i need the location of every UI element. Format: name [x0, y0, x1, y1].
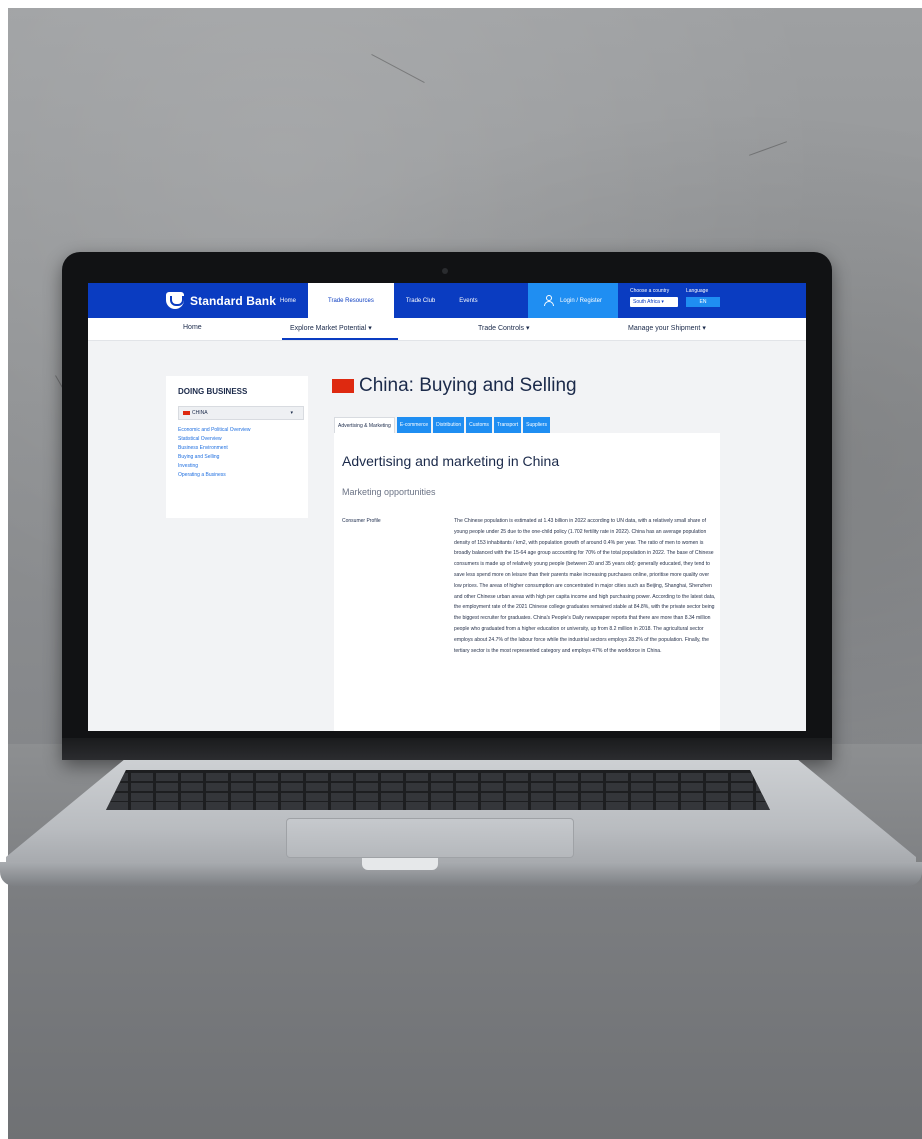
wall-crack: [371, 53, 425, 84]
wall-crack: [749, 141, 787, 156]
consumer-profile-text: The Chinese population is estimated at 1…: [454, 518, 716, 654]
key-row: [106, 802, 770, 810]
sidebar-link-investing[interactable]: Investing: [178, 462, 251, 471]
brand-name: Standard Bank: [190, 293, 276, 308]
sidebar-link-operating-business[interactable]: Operating a Business: [178, 471, 251, 480]
sidebar-title: DOING BUSINESS: [178, 387, 248, 396]
tab-transport[interactable]: Transport: [493, 417, 522, 434]
language-label: Language: [686, 288, 709, 294]
language-chooser: Language EN: [686, 288, 720, 307]
sub-nav-home[interactable]: Home: [183, 324, 202, 331]
section-tabs: Advertising & Marketing E-commerce Distr…: [334, 417, 550, 434]
brand-logo[interactable]: Standard Bank: [166, 292, 276, 309]
shield-logo-icon: [166, 292, 184, 309]
tab-advertising-marketing[interactable]: Advertising & Marketing: [334, 417, 395, 434]
content-card: Advertising and marketing in China Marke…: [334, 433, 720, 731]
country-chooser: Choose a country South Africa ▾: [630, 288, 678, 307]
top-nav-trade-resources[interactable]: Trade Resources: [308, 283, 394, 318]
country-label: Choose a country: [630, 288, 670, 294]
lid-notch: [362, 858, 438, 870]
china-flag-icon: [183, 411, 190, 415]
country-value: South Africa: [633, 299, 660, 305]
caret-down-icon: ▾: [661, 299, 664, 305]
laptop-keyboard: [106, 770, 770, 810]
country-dropdown[interactable]: CHINA ▾: [178, 406, 304, 420]
page-title: China: Buying and Selling: [332, 375, 577, 397]
country-dropdown-value: CHINA: [192, 410, 208, 416]
sub-nav-manage-shipment[interactable]: Manage your Shipment ▾: [628, 324, 706, 332]
doing-business-sidebar: DOING BUSINESS CHINA ▾ Economic and Poli…: [166, 376, 308, 518]
content-heading: Advertising and marketing in China: [342, 453, 560, 469]
tab-distribution[interactable]: Distribution: [433, 417, 465, 434]
login-register-button[interactable]: Login / Register: [528, 283, 618, 318]
tab-suppliers[interactable]: Suppliers: [523, 417, 550, 434]
top-nav: Home Trade Resources Trade Club Events: [268, 283, 490, 318]
active-subnav-indicator: [282, 338, 398, 340]
key-row: [106, 773, 770, 781]
sub-nav: Home Explore Market Potential ▾ Trade Co…: [88, 318, 806, 341]
key-row: [106, 783, 770, 791]
top-nav-trade-club[interactable]: Trade Club: [394, 283, 447, 318]
sidebar-link-statistical-overview[interactable]: Statistical Overview: [178, 435, 251, 444]
sidebar-link-buying-selling[interactable]: Buying and Selling: [178, 453, 251, 462]
login-label: Login / Register: [559, 297, 603, 304]
trackpad: [286, 818, 574, 858]
content-subheading: Marketing opportunities: [342, 487, 436, 497]
top-nav-events[interactable]: Events: [447, 283, 489, 318]
top-nav-home[interactable]: Home: [268, 283, 308, 318]
sidebar-links: Economic and Political Overview Statisti…: [178, 426, 251, 480]
sub-nav-explore-market[interactable]: Explore Market Potential ▾: [290, 324, 372, 332]
page-title-text: China: Buying and Selling: [359, 375, 577, 396]
sub-nav-trade-controls[interactable]: Trade Controls ▾: [478, 324, 530, 332]
china-flag-icon: [332, 379, 354, 393]
sidebar-link-business-environment[interactable]: Business Environment: [178, 444, 251, 453]
language-button[interactable]: EN: [686, 297, 720, 307]
webcam: [442, 268, 448, 274]
country-select[interactable]: South Africa ▾: [630, 297, 678, 307]
user-icon: [543, 295, 554, 306]
tab-customs[interactable]: Customs: [466, 417, 492, 434]
screen-chin: [62, 738, 832, 760]
sidebar-link-economic-overview[interactable]: Economic and Political Overview: [178, 426, 251, 435]
caret-down-icon: ▾: [290, 410, 293, 416]
laptop-base-edge: [0, 862, 922, 886]
tab-e-commerce[interactable]: E-commerce: [396, 417, 432, 434]
laptop-screen: Standard Bank Home Trade Resources Trade…: [88, 283, 806, 731]
key-row: [106, 793, 770, 801]
consumer-profile-label: Consumer Profile: [342, 518, 381, 524]
site-header: Standard Bank Home Trade Resources Trade…: [88, 283, 806, 318]
